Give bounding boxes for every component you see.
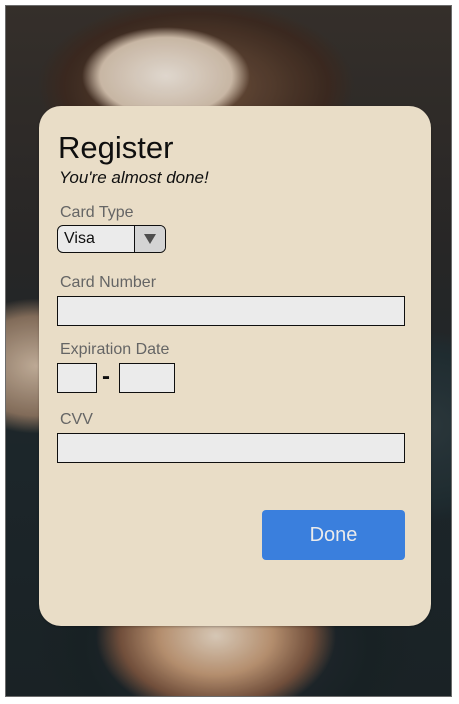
expiration-month-input[interactable] <box>57 363 97 393</box>
cvv-label: CVV <box>60 411 93 428</box>
done-button[interactable]: Done <box>262 510 405 560</box>
cvv-input[interactable] <box>57 433 405 463</box>
page-title: Register <box>58 130 174 165</box>
expiration-year-input[interactable] <box>119 363 175 393</box>
card-type-label: Card Type <box>60 204 134 221</box>
card-type-selected-value: Visa <box>64 230 95 247</box>
triangle-down-icon-glyph <box>144 234 156 244</box>
background-photo: Register You're almost done! Card Type V… <box>5 5 452 697</box>
registration-card: Register You're almost done! Card Type V… <box>39 106 431 626</box>
card-type-select[interactable]: Visa <box>57 225 166 253</box>
triangle-down-icon[interactable] <box>134 226 165 252</box>
page-subtitle: You're almost done! <box>59 168 209 187</box>
expiration-date-label: Expiration Date <box>60 341 170 358</box>
card-number-label: Card Number <box>60 274 157 291</box>
card-number-input[interactable] <box>57 296 405 326</box>
expiration-separator: - <box>102 363 110 390</box>
